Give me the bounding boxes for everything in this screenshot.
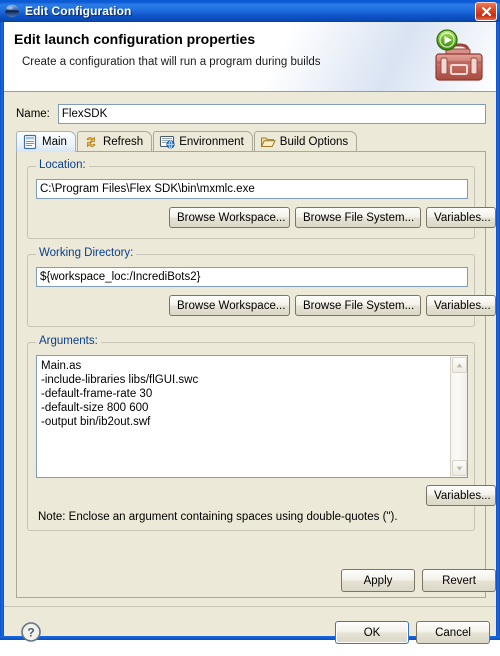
location-group: Location: Browse Workspace... Browse Fil…: [27, 159, 496, 239]
tab-label: Main: [42, 136, 67, 148]
tab-refresh[interactable]: Refresh: [76, 131, 153, 152]
tab-environment[interactable]: Environment: [153, 131, 253, 152]
name-row: Name:: [16, 103, 486, 125]
tab-build-options[interactable]: Build Options: [253, 131, 358, 152]
wd-variables-button[interactable]: Variables...: [426, 295, 496, 316]
working-directory-group-label: Working Directory:: [36, 247, 137, 259]
wd-browse-workspace-button[interactable]: Browse Workspace...: [169, 295, 290, 316]
svg-text:?: ?: [27, 626, 34, 640]
ok-button[interactable]: OK: [335, 621, 409, 644]
tab-main[interactable]: Main: [16, 131, 76, 152]
open-folder-icon: [260, 134, 276, 150]
location-browse-workspace-button[interactable]: Browse Workspace...: [169, 207, 290, 228]
eclipse-sphere-icon: [4, 3, 20, 19]
document-main-icon: [22, 134, 38, 150]
arguments-variables-button[interactable]: Variables...: [426, 485, 496, 506]
location-browse-file-system-button[interactable]: Browse File System...: [295, 207, 421, 228]
environment-icon: [159, 134, 175, 150]
name-label: Name:: [16, 108, 50, 120]
toolbox-run-icon: [424, 27, 488, 87]
close-button[interactable]: [475, 2, 497, 21]
title-bar[interactable]: Edit Configuration: [0, 0, 500, 22]
working-directory-input[interactable]: [36, 267, 468, 287]
arguments-textarea-wrapper: [36, 355, 468, 478]
wd-browse-file-system-button[interactable]: Browse File System...: [295, 295, 421, 316]
header-subtitle: Create a configuration that will run a p…: [22, 56, 321, 68]
dialog-client-area: Edit launch configuration properties Cre…: [4, 22, 496, 644]
tab-label: Build Options: [279, 136, 349, 148]
location-variables-button[interactable]: Variables...: [426, 207, 496, 228]
window-title: Edit Configuration: [25, 4, 132, 18]
dialog-bottom-bar: ? OK Cancel: [4, 606, 496, 656]
tab-label: Refresh: [102, 136, 144, 148]
close-icon: [481, 6, 491, 17]
scroll-up-icon[interactable]: [452, 357, 467, 373]
tab-panel-main: Location: Browse Workspace... Browse Fil…: [16, 151, 496, 598]
name-input[interactable]: [57, 104, 486, 124]
working-directory-group: Working Directory: Browse Workspace... B…: [27, 247, 496, 327]
tab-label: Environment: [179, 136, 244, 148]
location-group-label: Location:: [36, 159, 89, 171]
header-title: Edit launch configuration properties: [14, 31, 256, 47]
arguments-scrollbar[interactable]: [450, 356, 467, 477]
arguments-note: Note: Enclose an argument containing spa…: [38, 511, 398, 523]
dialog-window: Edit Configuration Edit launch configura…: [0, 0, 500, 644]
tab-strip: Main Refresh Environment Build Options: [16, 131, 486, 152]
window-border-right: [496, 22, 500, 640]
scroll-down-icon[interactable]: [452, 460, 467, 476]
arguments-group: Arguments: Variables... Note: Enclose an…: [27, 335, 496, 531]
arguments-group-label: Arguments:: [36, 335, 101, 347]
refresh-arrows-icon: [83, 134, 99, 150]
revert-button[interactable]: Revert: [422, 569, 496, 592]
cancel-button[interactable]: Cancel: [416, 621, 490, 644]
dialog-header: Edit launch configuration properties Cre…: [4, 22, 496, 92]
arguments-textarea[interactable]: [37, 356, 450, 477]
apply-button[interactable]: Apply: [341, 569, 415, 592]
location-input[interactable]: [36, 179, 468, 199]
